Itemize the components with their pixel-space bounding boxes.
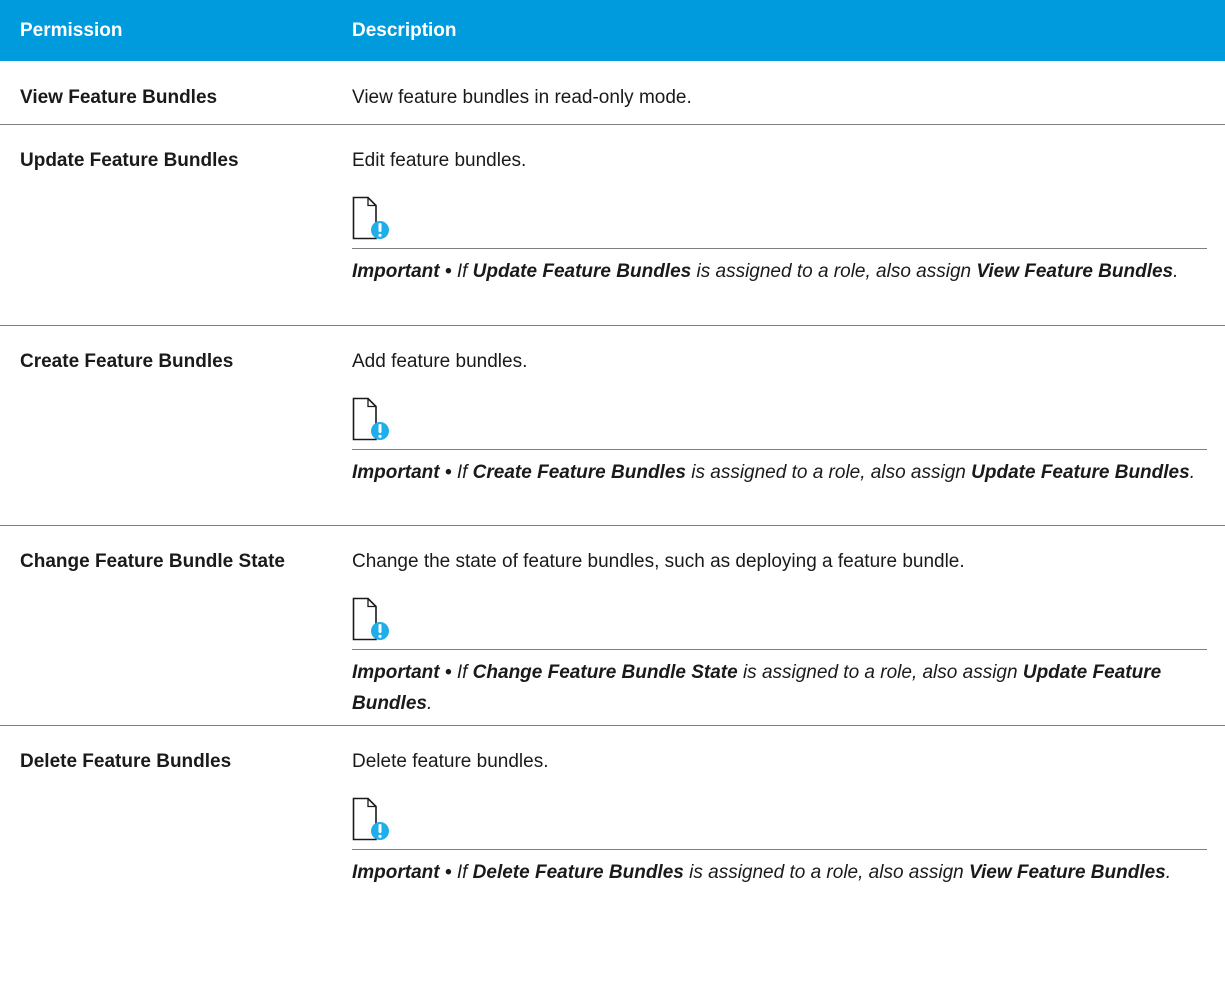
note-divider [352,248,1207,249]
note-text: Important • If Update Feature Bundles is… [352,261,1179,282]
note-divider [352,849,1207,850]
permission-description: Add feature bundles. [352,351,528,372]
header-description: Description [352,20,457,41]
permission-name: View Feature Bundles [20,87,218,108]
table-row: Delete Feature Bundles Delete feature bu… [0,725,1225,995]
table-row: View Feature Bundles View feature bundle… [0,61,1225,125]
note-divider [352,649,1207,650]
note-text: Important • If Create Feature Bundles is… [352,462,1195,483]
permission-description: Delete feature bundles. [352,751,549,772]
note-text: Important • If Delete Feature Bundles is… [352,862,1172,883]
table-row: Update Feature Bundles Edit feature bund… [0,124,1225,326]
important-note-icon [352,196,389,240]
table-header: Permission Description [0,0,1225,61]
important-note-icon [352,797,389,841]
permission-name: Delete Feature Bundles [20,751,232,772]
permission-name: Create Feature Bundles [20,351,234,372]
table-row: Change Feature Bundle State Change the s… [0,525,1225,726]
permission-description: Edit feature bundles. [352,150,527,171]
permission-description: View feature bundles in read-only mode. [352,87,692,108]
permission-name: Update Feature Bundles [20,150,239,171]
important-note-icon [352,597,389,641]
permission-description: Change the state of feature bundles, suc… [352,551,965,572]
important-note-icon [352,397,389,441]
note-divider [352,449,1207,450]
table-row: Create Feature Bundles Add feature bundl… [0,325,1225,526]
header-permission: Permission [20,20,123,41]
note-text: Important • If Change Feature Bundle Sta… [352,662,1162,714]
permission-name: Change Feature Bundle State [20,551,285,572]
